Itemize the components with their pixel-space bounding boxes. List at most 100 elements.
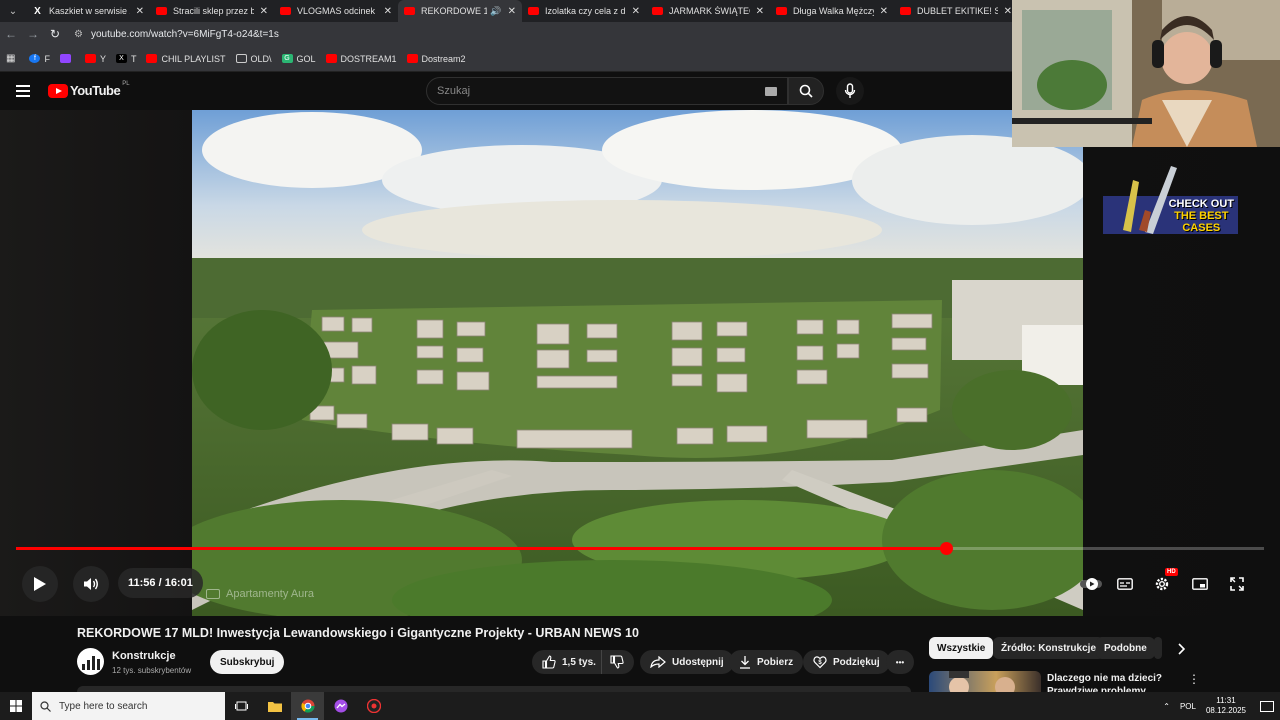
chip-source[interactable]: Źródło: Konstrukcje: [993, 637, 1105, 659]
forward-icon[interactable]: →: [22, 27, 44, 41]
share-button[interactable]: Udostępnij: [640, 650, 734, 674]
bookmark-item[interactable]: CHIL PLAYLIST: [146, 54, 226, 64]
browser-tab[interactable]: X Kaszkiet w serwisie X ✕: [26, 0, 150, 22]
thanks-button[interactable]: $ Podziękuj: [803, 650, 890, 674]
bookmark-item[interactable]: fF: [29, 54, 50, 64]
miniplayer-button[interactable]: [1188, 572, 1212, 596]
thanks-label: Podziękuj: [833, 656, 880, 668]
time-text: 11:56 / 16:01: [128, 577, 193, 589]
fullscreen-button[interactable]: [1225, 572, 1249, 596]
clock[interactable]: 11:31 08.12.2025: [1206, 696, 1246, 716]
close-tab-icon[interactable]: ✕: [632, 6, 640, 17]
play-button[interactable]: [22, 566, 58, 602]
tab-audio-icon[interactable]: 🔊: [490, 6, 501, 17]
tray-expand-icon[interactable]: ⌃: [1163, 702, 1170, 711]
bookmark-label: Y: [99, 53, 106, 64]
chrome-taskbar-button[interactable]: [291, 692, 324, 720]
chips-scroll-right[interactable]: [1172, 640, 1190, 658]
bookmark-item[interactable]: Dostream2: [406, 54, 466, 64]
like-count: 1,5 tys.: [562, 656, 596, 668]
messenger-taskbar-button[interactable]: [324, 692, 357, 720]
browser-tab[interactable]: Długa Walka Mężczy ✕: [770, 0, 894, 22]
youtube-wordmark: YouTube: [70, 83, 121, 98]
recommended-more-icon[interactable]: ⋮: [1188, 672, 1200, 686]
tab-search-icon[interactable]: ⌄: [0, 0, 26, 22]
notifications-icon[interactable]: [1260, 700, 1274, 712]
tab-title: Stracili sklep przez bu: [173, 6, 254, 16]
like-button[interactable]: 1,5 tys.: [532, 650, 604, 674]
channel-avatar[interactable]: [77, 648, 104, 675]
menu-icon[interactable]: [16, 85, 30, 97]
youtube-logo[interactable]: YouTube PL: [48, 81, 130, 98]
voice-search-button[interactable]: [836, 77, 864, 105]
streamer-webcam-image: [1012, 0, 1280, 147]
back-icon[interactable]: ←: [0, 27, 22, 41]
download-icon: [740, 656, 750, 669]
cases-ad-overlay[interactable]: CHECK OUT THE BEST CASES: [1103, 160, 1238, 236]
browser-tab[interactable]: Izolatka czy cela z dn ✕: [522, 0, 646, 22]
ad-text: CHECK OUT THE BEST CASES: [1169, 198, 1234, 234]
hd-badge: HD: [1165, 568, 1178, 576]
bookmark-item[interactable]: G GOL: [281, 54, 316, 64]
watermark-text: Apartamenty Aura: [226, 588, 315, 600]
chip-related[interactable]: Podobne: [1096, 637, 1155, 659]
channel-name[interactable]: Konstrukcje: [112, 650, 176, 662]
more-icon: •••: [895, 657, 905, 667]
download-button[interactable]: Pobierz: [729, 650, 804, 674]
obs-taskbar-button[interactable]: [357, 692, 390, 720]
search-input[interactable]: Szukaj: [426, 77, 788, 105]
play-icon: [34, 577, 46, 591]
reload-icon[interactable]: ↻: [44, 27, 66, 41]
close-tab-icon[interactable]: ✕: [136, 6, 144, 17]
clock-time: 11:31: [1216, 696, 1236, 705]
close-tab-icon[interactable]: ✕: [1004, 6, 1012, 17]
bookmark-item[interactable]: DOSTREAM1: [325, 54, 397, 64]
bookmark-item[interactable]: Y: [84, 53, 106, 64]
site-info-icon[interactable]: ⚙: [74, 29, 83, 40]
folder-icon: [235, 54, 247, 63]
autoplay-icon: [1080, 578, 1102, 590]
url-field[interactable]: ⚙ youtube.com/watch?v=6MiFgT4-o24&t=1s: [74, 24, 974, 44]
chip-all[interactable]: Wszystkie: [929, 637, 994, 659]
close-tab-icon[interactable]: ✕: [756, 6, 764, 17]
start-button[interactable]: [0, 692, 32, 720]
task-view-button[interactable]: [225, 692, 258, 720]
close-tab-icon[interactable]: ✕: [508, 6, 516, 17]
bookmark-item[interactable]: XT: [115, 54, 136, 64]
input-language[interactable]: POL: [1180, 702, 1196, 711]
dislike-button[interactable]: [601, 650, 634, 674]
browser-tab[interactable]: DUBLET EKITIKE! SZA ✕: [894, 0, 1018, 22]
scrubber-handle[interactable]: [940, 542, 953, 555]
bookmark-item[interactable]: OLD\: [235, 54, 272, 64]
file-explorer-button[interactable]: [258, 692, 291, 720]
volume-button[interactable]: [73, 566, 109, 602]
browser-tab[interactable]: REKORDOWE 17 M🔊 ✕: [398, 0, 522, 22]
close-tab-icon[interactable]: ✕: [384, 6, 392, 17]
apps-grid-icon[interactable]: ▦: [6, 53, 15, 64]
chrome-icon: [300, 699, 315, 713]
close-tab-icon[interactable]: ✕: [260, 6, 268, 17]
windows-taskbar: Type here to search ⌃ POL 11:31 08.12.20…: [0, 692, 1280, 720]
autoplay-toggle[interactable]: [1079, 572, 1103, 596]
ad-line3: CASES: [1182, 222, 1221, 234]
video-progress-bar[interactable]: [16, 542, 1264, 555]
x-logo-icon: X: [115, 54, 127, 63]
search-button[interactable]: [788, 77, 824, 105]
browser-tab[interactable]: JARMARK ŚWIĄTECZ ✕: [646, 0, 770, 22]
bookmark-item[interactable]: [59, 54, 75, 63]
browser-tab[interactable]: Stracili sklep przez bu ✕: [150, 0, 274, 22]
taskbar-search-input[interactable]: Type here to search: [32, 692, 225, 720]
subscribe-button[interactable]: Subskrybuj: [210, 650, 285, 674]
subtitles-button[interactable]: [1113, 572, 1137, 596]
keyboard-icon[interactable]: [765, 87, 777, 96]
recommended-video-title[interactable]: Dlaczego nie ma dzieci? Prawdziwe proble…: [1047, 672, 1173, 692]
watermark-logo-icon: [206, 589, 220, 599]
browser-tab[interactable]: VLOGMAS odcinek 1 ✕: [274, 0, 398, 22]
taskbar-search-placeholder: Type here to search: [59, 700, 148, 712]
clock-date: 08.12.2025: [1205, 706, 1246, 715]
recommended-video-thumbnail[interactable]: [929, 671, 1041, 692]
close-tab-icon[interactable]: ✕: [880, 6, 888, 17]
video-frame[interactable]: [192, 110, 1083, 616]
search-icon: [799, 84, 813, 98]
more-actions-button[interactable]: •••: [886, 650, 914, 674]
